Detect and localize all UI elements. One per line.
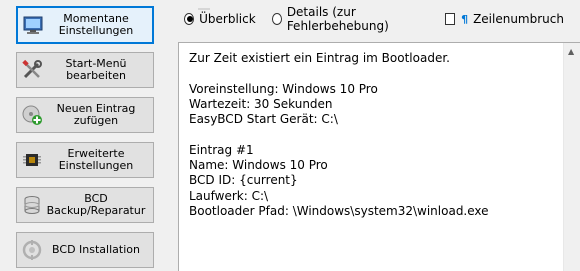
word-wrap-checkbox[interactable] [444,13,456,25]
groupbox-edge [198,0,238,10]
chip-icon [21,149,43,171]
current-settings-button[interactable]: Momentane Einstellungen [16,6,154,44]
advanced-settings-button[interactable]: Erweiterte Einstellungen [16,142,154,178]
add-entry-button[interactable]: Neuen Eintrag zufügen [16,97,154,133]
edit-start-menu-button[interactable]: Start-Menü bearbeiten [16,52,154,88]
scroll-up-icon[interactable]: ▲ [568,47,574,56]
output-line: Wartezeit: 30 Sekunden [189,96,333,111]
output-line: Eintrag #1 [189,142,254,157]
bcd-backup-button[interactable]: BCD Backup/Reparatur [16,187,154,223]
add-entry-label: Neuen Eintrag zufügen [56,102,136,127]
backup-icon [21,194,43,216]
word-wrap-icon: ¶ [461,12,469,26]
details-label[interactable]: Details (zur Fehlerbehebung) [287,5,429,33]
edit-start-menu-label: Start-Menü bearbeiten [65,57,127,82]
view-options: Überblick Details (zur Fehlerbehebung) ¶… [184,5,580,33]
vertical-scrollbar[interactable]: ▲ [563,43,580,271]
advanced-settings-label: Erweiterte Einstellungen [58,147,134,172]
output-line: EasyBCD Start Gerät: C:\ [189,112,338,127]
bcd-install-icon [21,239,43,261]
overview-label[interactable]: Überblick [199,12,256,26]
bcd-installation-button[interactable]: BCD Installation [16,232,154,268]
output-line: Bootloader Pfad: \Windows\system32\winlo… [189,203,489,218]
output-line: Laufwerk: C:\ [189,188,269,203]
output-line: Voreinstellung: Windows 10 Pro [189,81,378,96]
add-disk-icon [21,104,43,126]
bcd-backup-label: BCD Backup/Reparatur [46,192,146,217]
bcd-installation-label: BCD Installation [52,243,140,256]
current-settings-label: Momentane Einstellungen [58,12,134,37]
tools-icon [21,59,43,81]
output-textbox[interactable]: Zur Zeit existiert ein Eintrag im Bootlo… [178,42,580,271]
main-panel: Überblick Details (zur Fehlerbehebung) ¶… [170,0,580,271]
details-radio[interactable] [271,13,282,25]
output-line: Name: Windows 10 Pro [189,158,328,173]
sidebar: Momentane Einstellungen Start-Menü bearb… [0,0,170,271]
output-line: BCD ID: {current} [189,173,298,188]
output-text: Zur Zeit existiert ein Eintrag im Bootlo… [189,51,560,219]
word-wrap-label[interactable]: Zeilenumbruch [473,12,564,26]
output-line: Zur Zeit existiert ein Eintrag im Bootlo… [189,51,450,65]
overview-radio[interactable] [184,13,195,25]
monitor-icon [22,14,44,36]
